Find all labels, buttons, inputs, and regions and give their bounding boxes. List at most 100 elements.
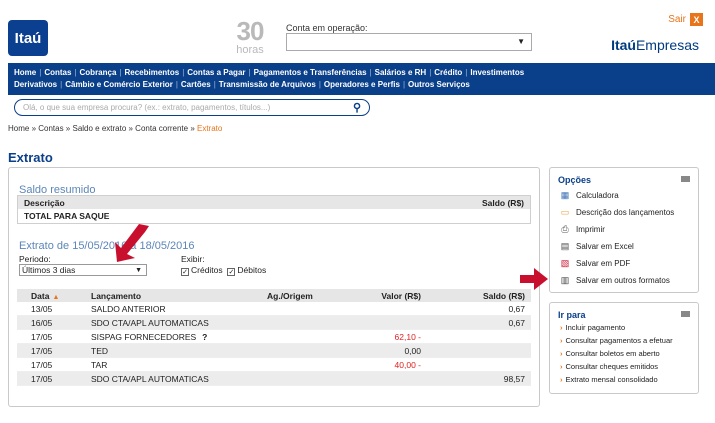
itau-logo[interactable]: Itaú <box>8 20 48 56</box>
search-icon[interactable]: ⚲ <box>353 101 361 114</box>
irpara-link[interactable]: › Incluir pagamento <box>560 323 625 332</box>
nav-item-derivativos[interactable]: Derivativos <box>14 80 57 89</box>
cell-saldo: 0,67 <box>508 318 525 328</box>
nav-item-pagamentos-e-transfer-ncias[interactable]: Pagamentos e Transferências <box>254 68 367 77</box>
opcoes-card: Opções ▦ Calculadora ▭ Descrição dos lançam… <box>549 167 699 293</box>
nav-separator: | <box>402 80 406 89</box>
col-lancamento: Lançamento <box>91 291 142 301</box>
cell-data: 16/05 <box>31 318 53 328</box>
opcao-calculadora[interactable]: ▦ Calculadora <box>560 190 619 200</box>
conta-select[interactable]: ▼ <box>286 33 532 51</box>
opcao-label: Calculadora <box>576 190 619 200</box>
page-title: Extrato <box>8 150 53 165</box>
nav-item-transmiss-o-de-arquivos[interactable]: Transmissão de Arquivos <box>219 80 316 89</box>
nav-item-cart-es[interactable]: Cartões <box>181 80 211 89</box>
nav-item-investimentos[interactable]: Investimentos <box>470 68 524 77</box>
cell-lancamento-text: SALDO ANTERIOR <box>91 304 166 314</box>
irpara-link[interactable]: › Consultar pagamentos a efetuar <box>560 336 673 345</box>
table-row: 17/05 SISPAG FORNECEDORES? 62,10 - <box>17 330 531 344</box>
nav-item-cr-dito[interactable]: Crédito <box>434 68 462 77</box>
cell-lancamento-text: SDO CTA/APL AUTOMATICAS <box>91 318 209 328</box>
creditos-checkbox[interactable]: ✓ <box>181 268 189 276</box>
irpara-label: Extrato mensal consolidado <box>565 375 658 384</box>
table-row: 17/05 TED 0,00 <box>17 344 531 358</box>
debitos-label: Débitos <box>237 265 267 275</box>
exibir-label: Exibir: <box>181 254 205 264</box>
opcao-salvar-em-excel[interactable]: ▤ Salvar em Excel <box>560 241 634 251</box>
annotation-arrow-icon <box>115 224 149 262</box>
chevron-right-icon: › <box>560 362 563 371</box>
cell-lancamento-text: SDO CTA/APL AUTOMATICAS <box>91 374 209 384</box>
search-bar[interactable]: Olá, o que sua empresa procura? (ex.: ex… <box>14 99 370 116</box>
col-data[interactable]: Data ▲ <box>31 291 59 301</box>
nav-row-1: Home | Contas | Cobrança | Recebimentos | Contas… <box>14 67 709 79</box>
opcao-label: Salvar em outros formatos <box>576 275 670 285</box>
saldo-header: Descrição Saldo (R$) <box>18 196 530 209</box>
periodo-select[interactable]: Últimos 3 dias ▼ <box>19 264 147 276</box>
document-icon: ▭ <box>560 207 570 217</box>
search-input[interactable]: Olá, o que sua empresa procura? (ex.: ex… <box>23 103 353 112</box>
chevron-right-icon: › <box>560 336 563 345</box>
nav-separator: | <box>60 80 63 89</box>
brand-name: ItaúEmpresas <box>611 37 699 53</box>
logo-text: Itaú <box>14 29 42 47</box>
irpara-link[interactable]: › Extrato mensal consolidado <box>560 375 658 384</box>
breadcrumb: Home » Contas » Saldo e extrato » Conta … <box>8 124 222 133</box>
nav-item-operadores-e-perfis[interactable]: Operadores e Perfis <box>324 80 400 89</box>
nav-item-contas[interactable]: Contas <box>44 68 71 77</box>
nav-separator: | <box>429 68 432 77</box>
opcao-label: Imprimir <box>576 224 605 234</box>
opcao-salvar-em-pdf[interactable]: ▧ Salvar em PDF <box>560 258 631 268</box>
nav-item-contas-a-pagar[interactable]: Contas a Pagar <box>187 68 245 77</box>
printer-icon: ⎙ <box>561 224 569 234</box>
nav-separator: | <box>318 80 321 89</box>
nav-item-home[interactable]: Home <box>14 68 36 77</box>
cell-lancamento: TED <box>91 346 108 356</box>
nav-item-recebimentos[interactable]: Recebimentos <box>125 68 180 77</box>
table-row: 16/05 SDO CTA/APL AUTOMATICAS 0,67 <box>17 316 531 330</box>
breadcrumb-path[interactable]: Home » Contas » Saldo e extrato » Conta … <box>8 124 197 133</box>
help-icon[interactable]: ? <box>202 332 207 342</box>
nav-separator: | <box>465 68 468 77</box>
col-saldo: Saldo (R$) <box>482 291 525 301</box>
nav-item-cobran-a[interactable]: Cobrança <box>80 68 117 77</box>
table-row: 17/05 TAR 40,00 - <box>17 358 531 372</box>
nav-item-sal-rios-e-rh[interactable]: Salários e RH <box>375 68 427 77</box>
cell-lancamento: SDO CTA/APL AUTOMATICAS <box>91 374 209 384</box>
minimize-icon[interactable] <box>681 311 690 317</box>
opcao-descri-o-dos-lan-amentos[interactable]: ▭ Descrição dos lançamentos <box>560 207 675 217</box>
main-nav: Home | Contas | Cobrança | Recebimentos | Contas… <box>8 63 715 95</box>
nav-separator: | <box>182 68 185 77</box>
hours-label: horas <box>236 44 264 56</box>
brand-bold: Itaú <box>611 37 636 53</box>
app-window: Itaú 30 horas Conta em operação: ▼ Sair … <box>0 0 715 423</box>
hours-badge: 30 horas <box>222 18 278 58</box>
saldo-table: Descrição Saldo (R$) TOTAL PARA SAQUE <box>17 195 531 224</box>
cell-lancamento-text: TAR <box>91 360 108 370</box>
table-row: 17/05 SDO CTA/APL AUTOMATICAS 98,57 <box>17 372 531 386</box>
cell-saldo: 98,57 <box>503 374 525 384</box>
chevron-right-icon: › <box>560 349 563 358</box>
opcao-imprimir[interactable]: ⎙ Imprimir <box>560 224 605 234</box>
col-saldo: Saldo (R$) <box>481 197 524 208</box>
minimize-icon[interactable] <box>681 176 690 182</box>
logout-button[interactable]: Sair X <box>668 13 703 26</box>
cell-data: 13/05 <box>31 304 53 314</box>
breadcrumb-current: Extrato <box>197 124 223 133</box>
tx-header: Data ▲ Lançamento Ag./Origem Valor (R$) S… <box>17 289 531 302</box>
cell-data: 17/05 <box>31 332 53 342</box>
irpara-link[interactable]: › Consultar cheques emitidos <box>560 362 658 371</box>
caret-down-icon: ▼ <box>135 267 142 274</box>
nav-item-outros-servi-os[interactable]: Outros Serviços <box>408 80 470 89</box>
creditos-label: Créditos <box>191 265 223 275</box>
opcao-salvar-em-outros-formatos[interactable]: ▥ Salvar em outros formatos <box>560 275 670 285</box>
opcao-label: Salvar em PDF <box>576 258 631 268</box>
debitos-checkbox[interactable]: ✓ <box>227 268 236 276</box>
close-icon: X <box>690 13 703 26</box>
irpara-link[interactable]: › Consultar boletos em aberto <box>560 349 660 358</box>
nav-item-c-mbio-e-com-rcio-exterior[interactable]: Câmbio e Comércio Exterior <box>65 80 173 89</box>
cell-valor: 62,10 - <box>394 332 421 342</box>
sort-up-icon: ▲ <box>52 294 60 301</box>
col-data-label: Data <box>31 291 50 301</box>
transactions-table: Data ▲ Lançamento Ag./Origem Valor (R$) S… <box>17 289 531 386</box>
